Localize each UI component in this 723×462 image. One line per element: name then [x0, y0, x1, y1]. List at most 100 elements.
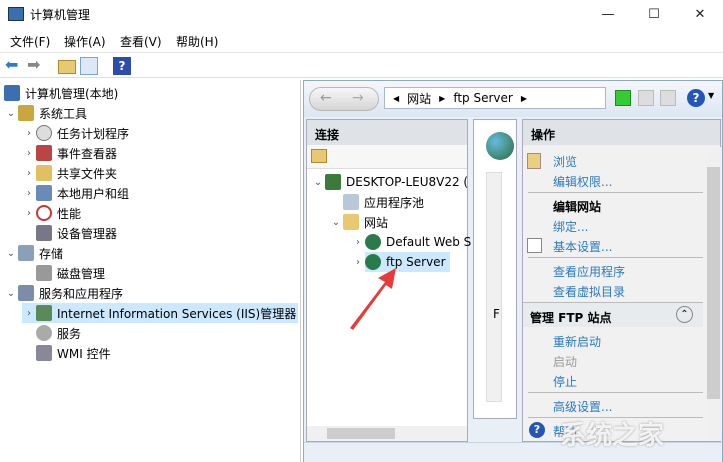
sites-folder-icon: [343, 214, 359, 230]
storage-icon: [18, 245, 34, 261]
tree-item-storage[interactable]: ⌄ 存储: [4, 243, 63, 263]
chevron-down-icon[interactable]: ⌄: [329, 217, 343, 228]
breadcrumb-arrow-icon[interactable]: ▶: [439, 94, 445, 103]
conn-server[interactable]: ⌄ DESKTOP-LEU8V22 (: [311, 172, 468, 192]
action-start: 启动: [553, 355, 578, 369]
red-arrow-annotation: [350, 268, 396, 330]
tree-item-services-apps[interactable]: ⌄ 服务和应用程序: [4, 283, 123, 303]
minimize-button[interactable]: —: [585, 0, 631, 28]
scrollbar-thumb[interactable]: [327, 428, 395, 439]
action-advanced-settings[interactable]: 高级设置...: [553, 398, 612, 415]
menu-action[interactable]: 操作(A): [64, 33, 106, 50]
menu-view[interactable]: 查看(V): [120, 33, 162, 50]
tree-item-wmi[interactable]: WMI 控件: [22, 343, 111, 363]
breadcrumb-sites[interactable]: 网站: [407, 90, 431, 107]
vertical-scrollbar[interactable]: [486, 172, 502, 402]
home-icon[interactable]: [660, 90, 676, 106]
breadcrumb-arrow-icon[interactable]: ◀: [393, 94, 399, 103]
iis-icon: [36, 305, 52, 321]
tree-label: 服务: [57, 326, 82, 341]
chevron-right-icon[interactable]: ›: [22, 168, 36, 179]
tree-item-device-manager[interactable]: 设备管理器: [22, 223, 117, 243]
menu-help[interactable]: 帮助(H): [176, 33, 218, 50]
action-edit-permissions[interactable]: 编辑权限...: [553, 173, 612, 190]
chevron-down-icon[interactable]: ⌄: [4, 248, 18, 259]
edit-site-heading: 编辑网站: [553, 200, 602, 214]
breadcrumb-arrow-icon[interactable]: ▶: [521, 94, 527, 103]
help-icon[interactable]: ?: [687, 89, 705, 107]
tree-item-system-tools[interactable]: ⌄ 系统工具: [4, 103, 87, 123]
chevron-down-icon[interactable]: ⌄: [311, 177, 325, 188]
up-folder-icon[interactable]: [58, 60, 76, 74]
action-view-virtual-dirs[interactable]: 查看虚拟目录: [553, 283, 625, 300]
action-bindings[interactable]: 绑定...: [553, 218, 588, 235]
chevron-right-icon[interactable]: ›: [22, 308, 36, 319]
conn-sites[interactable]: ⌄ 网站: [329, 212, 388, 232]
toolbar: ⬅ ➡ ?: [0, 52, 723, 78]
tree-item-disk-management[interactable]: 磁盘管理: [22, 263, 105, 283]
chevron-right-icon[interactable]: ›: [22, 148, 36, 159]
collapse-icon[interactable]: ⌃: [676, 306, 693, 323]
nav-back-forward[interactable]: ← →: [309, 87, 379, 111]
tree-item-event-viewer[interactable]: › 事件查看器: [22, 143, 117, 163]
conn-site-default[interactable]: › Default Web S: [351, 232, 471, 252]
action-stop[interactable]: 停止: [553, 373, 577, 390]
watermark-logo: 系统之家: [560, 421, 665, 451]
tree-label: 磁盘管理: [57, 266, 106, 281]
ftp-section-header[interactable]: 管理 FTP 站点 ⌃: [523, 302, 703, 327]
globe-icon: [486, 132, 514, 160]
action-restart[interactable]: 重新启动: [553, 333, 601, 350]
address-bar[interactable]: ◀ 网站 ▶ ftp Server ▶: [384, 87, 606, 109]
help-icon: ?: [529, 422, 545, 438]
tools-icon: [18, 105, 34, 121]
close-button[interactable]: ✕: [677, 0, 723, 28]
stop-icon[interactable]: [638, 90, 654, 106]
forward-arrow-icon[interactable]: →: [352, 90, 364, 106]
show-hide-tree-icon[interactable]: [80, 57, 98, 75]
chevron-right-icon[interactable]: ›: [22, 188, 36, 199]
refresh-icon[interactable]: [615, 90, 631, 106]
tree-item-performance[interactable]: › 性能: [22, 203, 81, 223]
console-tree: 计算机管理(本地) ⌄ 系统工具 › 任务计划程序 › 事件查看器 › 共享文件夹 › 本…: [0, 80, 301, 462]
vertical-scrollbar[interactable]: [706, 147, 721, 441]
chevron-right-icon[interactable]: ›: [351, 237, 365, 248]
computer-management-icon: [8, 7, 24, 21]
shared-folder-icon: [36, 165, 52, 181]
tree-item-iis-manager[interactable]: › Internet Information Services (IIS)管理器: [22, 303, 298, 323]
action-view-applications[interactable]: 查看应用程序: [553, 263, 625, 280]
action-basic-settings[interactable]: 基本设置...: [553, 238, 612, 255]
tree-label: 服务和应用程序: [39, 286, 124, 301]
scrollbar-thumb[interactable]: [707, 167, 720, 399]
tree-item-task-scheduler[interactable]: › 任务计划程序: [22, 123, 129, 143]
horizontal-scrollbar[interactable]: [307, 426, 467, 441]
connect-icon[interactable]: [311, 149, 327, 163]
window-title: 计算机管理: [30, 8, 91, 22]
performance-icon: [36, 205, 52, 221]
breadcrumb-ftp-server[interactable]: ftp Server: [453, 91, 513, 105]
help-icon[interactable]: ?: [113, 57, 131, 75]
chevron-down-icon[interactable]: ⌄: [4, 108, 18, 119]
back-arrow-icon[interactable]: ←: [320, 90, 332, 106]
tree-label: 存储: [39, 246, 64, 261]
tree-label: 设备管理器: [57, 226, 118, 241]
back-icon[interactable]: ⬅: [5, 57, 23, 75]
tree-root[interactable]: 计算机管理(本地): [4, 83, 118, 103]
menu-file[interactable]: 文件(F): [10, 33, 50, 50]
maximize-button[interactable]: ☐: [631, 0, 677, 28]
browse-icon: [527, 153, 541, 169]
tree-label: 网站: [364, 215, 389, 230]
chevron-down-icon[interactable]: ⌄: [4, 288, 18, 299]
tree-item-services[interactable]: 服务: [22, 323, 81, 343]
tree-item-shared-folders[interactable]: › 共享文件夹: [22, 163, 117, 183]
tree-label: 共享文件夹: [57, 166, 118, 181]
chevron-right-icon[interactable]: ›: [22, 128, 36, 139]
chevron-right-icon[interactable]: ›: [22, 208, 36, 219]
conn-app-pools[interactable]: 应用程序池: [329, 192, 424, 212]
action-browse[interactable]: 浏览: [553, 153, 577, 170]
clock-icon: [36, 125, 52, 141]
forward-icon[interactable]: ➡: [27, 57, 45, 75]
app-pool-icon: [343, 194, 359, 210]
tree-item-local-users[interactable]: › 本地用户和组: [22, 183, 129, 203]
help-dropdown-icon[interactable]: ▼: [708, 91, 714, 100]
users-icon: [36, 185, 52, 201]
